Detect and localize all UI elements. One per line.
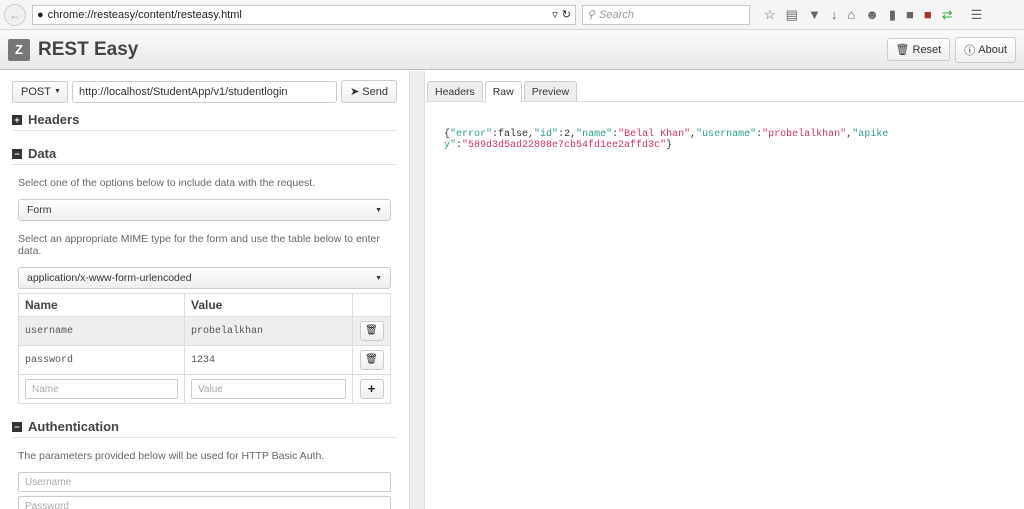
- json-token: "id": [534, 129, 559, 140]
- mime-value: application/x-www-form-urlencoded: [27, 272, 192, 284]
- method-value: POST: [21, 85, 51, 98]
- dropdown-icon[interactable]: ▿: [552, 8, 558, 21]
- home-icon[interactable]: ⌂: [847, 7, 855, 23]
- download-icon[interactable]: ↓: [831, 7, 838, 23]
- about-button[interactable]: ⓘ About: [955, 36, 1016, 63]
- app-logo: Z: [8, 38, 30, 61]
- caret-icon: ▼: [375, 206, 382, 214]
- arrows-icon[interactable]: ⇄: [942, 7, 953, 23]
- menu-icon[interactable]: ☰: [971, 7, 983, 23]
- minus-icon: −: [12, 148, 22, 159]
- col-value: Value: [184, 293, 353, 317]
- headers-heading: Headers: [28, 112, 80, 127]
- response-panel: Headers Raw Preview {"error":false,"id":…: [426, 71, 1024, 509]
- json-token: "Belal Khan": [618, 129, 691, 140]
- mime-select[interactable]: application/x-www-form-urlencoded ▼: [18, 267, 391, 289]
- url-text: chrome://resteasy/content/resteasy.html: [47, 8, 242, 21]
- json-token: "username": [696, 129, 757, 140]
- trash-icon: 🗑: [365, 326, 378, 337]
- addon-icon[interactable]: ■: [924, 7, 932, 23]
- mime-help: Select an appropriate MIME type for the …: [18, 233, 380, 257]
- json-token: "name": [576, 129, 613, 140]
- about-label: About: [978, 43, 1007, 56]
- password-input[interactable]: Password: [18, 496, 391, 509]
- globe-icon: ●: [37, 8, 44, 21]
- username-input[interactable]: Username: [18, 472, 391, 492]
- row-name[interactable]: password: [18, 345, 185, 375]
- pocket-icon[interactable]: ▼: [808, 7, 821, 23]
- info-icon: ⓘ: [964, 44, 976, 57]
- reading-list-icon[interactable]: ▤: [786, 7, 798, 23]
- minus-icon: −: [12, 421, 22, 432]
- url-input[interactable]: http://localhost/StudentApp/v1/studentlo…: [72, 80, 338, 103]
- panel-splitter[interactable]: [409, 71, 425, 509]
- auth-section-toggle[interactable]: − Authentication: [12, 410, 397, 438]
- search-placeholder: Search: [599, 8, 634, 21]
- send-label: Send: [362, 85, 388, 98]
- app-title: REST Easy: [38, 38, 139, 60]
- json-token: :2,: [558, 129, 577, 140]
- new-name-input[interactable]: Name: [25, 379, 178, 399]
- json-token: "error": [450, 129, 493, 140]
- json-token: :false,: [492, 129, 535, 140]
- youtube-icon[interactable]: ▮: [889, 7, 896, 23]
- data-help: Select one of the options below to inclu…: [18, 177, 316, 189]
- delete-row-button[interactable]: 🗑: [359, 321, 384, 341]
- row-value[interactable]: probelalkhan: [184, 316, 353, 346]
- caret-icon: ▼: [53, 88, 61, 95]
- data-type-select[interactable]: Form ▼: [18, 199, 391, 221]
- raw-response: {"error":false,"id":2,"name":"Belal Khan…: [426, 102, 916, 178]
- search-box[interactable]: ⚲ Search: [582, 4, 750, 25]
- send-button[interactable]: ➤ Send: [341, 80, 397, 103]
- auth-heading: Authentication: [28, 419, 119, 434]
- json-token: }: [666, 140, 673, 151]
- tab-raw[interactable]: Raw: [484, 81, 522, 102]
- search-icon: ⚲: [587, 9, 596, 21]
- delete-row-button[interactable]: 🗑: [359, 350, 384, 370]
- json-token: "probelalkhan": [762, 129, 847, 140]
- send-icon: ➤: [350, 86, 360, 98]
- form-data-table: Name Value username probelalkhan 🗑 password…: [18, 293, 391, 404]
- chat-icon[interactable]: ☻: [865, 7, 879, 23]
- row-name[interactable]: username: [18, 316, 185, 346]
- app-header: Z REST Easy 🗑 Reset ⓘ About: [0, 30, 1024, 70]
- table-row: username probelalkhan 🗑: [18, 316, 391, 346]
- data-section-toggle[interactable]: − Data: [12, 137, 397, 165]
- new-value-input[interactable]: Value: [191, 379, 346, 399]
- plus-icon: +: [12, 114, 22, 125]
- browser-toolbar: ← ● chrome://resteasy/content/resteasy.ht…: [0, 0, 1024, 30]
- address-bar[interactable]: ● chrome://resteasy/content/resteasy.html…: [32, 4, 576, 25]
- table-row: password 1234 🗑: [18, 345, 391, 375]
- auth-help: The parameters provided below will be us…: [18, 450, 325, 462]
- json-token: "589d3d5ad22808e7cb54fd1ee2affd3c": [462, 140, 667, 151]
- request-panel: POST ▼ http://localhost/StudentApp/v1/stu…: [0, 71, 409, 509]
- row-value[interactable]: 1234: [184, 345, 353, 375]
- col-name: Name: [18, 293, 185, 317]
- headers-section-toggle[interactable]: + Headers: [12, 103, 397, 131]
- plus-icon: +: [367, 381, 376, 397]
- tab-preview[interactable]: Preview: [523, 81, 578, 101]
- reset-label: Reset: [912, 43, 942, 56]
- add-row-button[interactable]: +: [359, 379, 384, 399]
- reload-icon[interactable]: ↻: [562, 8, 571, 21]
- trash-icon: 🗑: [365, 355, 378, 366]
- data-heading: Data: [28, 146, 57, 161]
- tab-headers[interactable]: Headers: [427, 81, 483, 101]
- col-actions: [352, 293, 391, 317]
- caret-icon: ▼: [375, 274, 382, 282]
- reset-button[interactable]: 🗑 Reset: [886, 38, 951, 61]
- extension-icon[interactable]: ■: [906, 7, 914, 23]
- bookmark-star-icon[interactable]: ☆: [764, 7, 776, 23]
- trash-icon: 🗑: [895, 44, 910, 56]
- new-row: Name Value +: [18, 374, 391, 404]
- back-button[interactable]: ←: [4, 3, 26, 26]
- data-type-value: Form: [27, 204, 52, 216]
- method-select[interactable]: POST ▼: [12, 80, 68, 103]
